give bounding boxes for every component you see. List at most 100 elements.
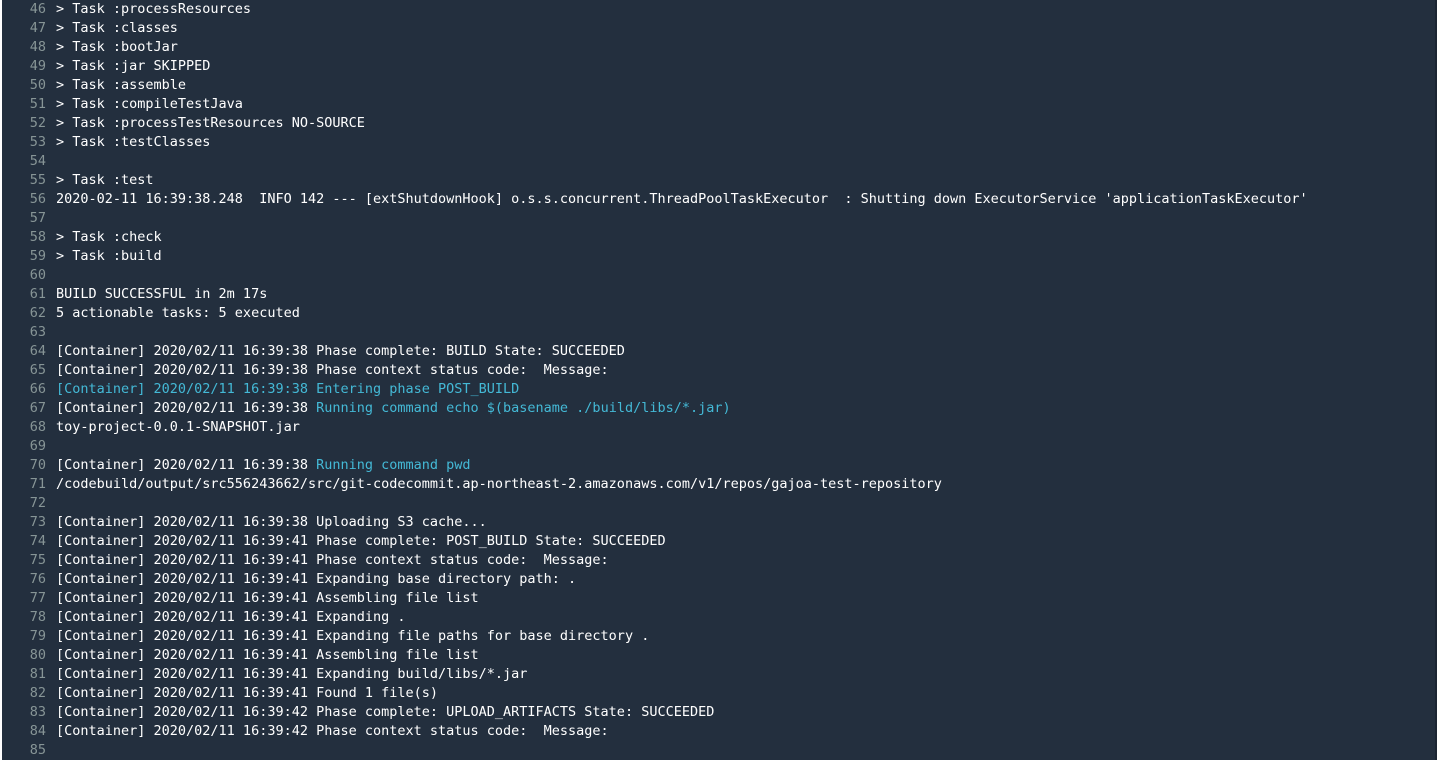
line-text: > Task :test <box>46 171 1437 190</box>
line-text: > Task :classes <box>46 19 1437 38</box>
line-text-plain: [Container] 2020/02/11 16:39:41 Expandin… <box>56 666 528 682</box>
line-text: [Container] 2020/02/11 16:39:41 Phase co… <box>46 532 1437 551</box>
line-text-plain: > Task :test <box>56 172 154 188</box>
line-text <box>46 437 1437 456</box>
line-number: 78 <box>29 609 46 625</box>
log-line: 76 [Container] 2020/02/11 16:39:41 Expand… <box>2 570 1437 589</box>
build-log-panel[interactable]: 46 > Task :processResources 47 > Task :clas… <box>2 0 1437 760</box>
line-text <box>46 741 1437 760</box>
line-text: [Container] 2020/02/11 16:39:38 Phase co… <box>46 361 1437 380</box>
line-text: > Task :processTestResources NO-SOURCE <box>46 114 1437 133</box>
line-number: 57 <box>29 210 46 226</box>
log-line: 46 > Task :processResources <box>2 0 1437 19</box>
line-number: 80 <box>29 647 46 663</box>
line-text: [Container] 2020/02/11 16:39:41 Phase co… <box>46 551 1437 570</box>
line-text: [Container] 2020/02/11 16:39:41 Expandin… <box>46 608 1437 627</box>
line-number: 67 <box>29 400 46 416</box>
log-line: 68 toy-project-0.0.1-SNAPSHOT.jar <box>2 418 1437 437</box>
line-text-plain: BUILD SUCCESSFUL in 2m 17s <box>56 286 268 302</box>
line-text-plain: [Container] 2020/02/11 16:39:41 Expandin… <box>56 628 650 644</box>
line-text: > Task :check <box>46 228 1437 247</box>
log-line: 84 [Container] 2020/02/11 16:39:42 Phase … <box>2 722 1437 741</box>
line-text-plain: > Task :bootJar <box>56 39 178 55</box>
line-text: [Container] 2020/02/11 16:39:41 Expandin… <box>46 665 1437 684</box>
log-line: 70 [Container] 2020/02/11 16:39:38 Runnin… <box>2 456 1437 475</box>
line-text-plain: [Container] 2020/02/11 16:39:38 Uploadin… <box>56 514 487 530</box>
line-text-plain: > Task :processTestResources NO-SOURCE <box>56 115 365 131</box>
log-line: 65 [Container] 2020/02/11 16:39:38 Phase … <box>2 361 1437 380</box>
log-line: 48 > Task :bootJar <box>2 38 1437 57</box>
line-text-plain: 2020-02-11 16:39:38.248 INFO 142 --- [ex… <box>56 191 1308 207</box>
line-number: 83 <box>29 704 46 720</box>
line-number: 85 <box>29 742 46 758</box>
log-line: 85 <box>2 741 1437 760</box>
line-text: [Container] 2020/02/11 16:39:38 Running … <box>46 456 1437 475</box>
line-text <box>46 323 1437 342</box>
line-text-plain: [Container] 2020/02/11 16:39:38 <box>56 400 317 416</box>
line-text: > Task :assemble <box>46 76 1437 95</box>
page-frame: 46 > Task :processResources 47 > Task :clas… <box>0 0 1439 760</box>
line-text <box>46 209 1437 228</box>
line-text <box>46 266 1437 285</box>
log-line: 52 > Task :processTestResources NO-SOURCE <box>2 114 1437 133</box>
line-number: 51 <box>29 96 46 112</box>
line-text: [Container] 2020/02/11 16:39:41 Expandin… <box>46 570 1437 589</box>
line-number: 84 <box>29 723 46 739</box>
line-text: [Container] 2020/02/11 16:39:41 Found 1 … <box>46 684 1437 703</box>
line-text: toy-project-0.0.1-SNAPSHOT.jar <box>46 418 1437 437</box>
line-number: 76 <box>29 571 46 587</box>
line-text: BUILD SUCCESSFUL in 2m 17s <box>46 285 1437 304</box>
line-text: 5 actionable tasks: 5 executed <box>46 304 1437 323</box>
log-line: 58 > Task :check <box>2 228 1437 247</box>
log-line: 66 [Container] 2020/02/11 16:39:38 Enteri… <box>2 380 1437 399</box>
line-number: 49 <box>29 58 46 74</box>
line-text-plain: > Task :compileTestJava <box>56 96 243 112</box>
line-text-plain: > Task :build <box>56 248 162 264</box>
log-line: 78 [Container] 2020/02/11 16:39:41 Expand… <box>2 608 1437 627</box>
log-line: 72 <box>2 494 1437 513</box>
line-number: 70 <box>29 457 46 473</box>
line-text: [Container] 2020/02/11 16:39:38 Phase co… <box>46 342 1437 361</box>
line-text: 2020-02-11 16:39:38.248 INFO 142 --- [ex… <box>46 190 1437 209</box>
line-number: 72 <box>29 495 46 511</box>
log-line: 54 <box>2 152 1437 171</box>
line-text-plain: > Task :testClasses <box>56 134 211 150</box>
log-line: 50 > Task :assemble <box>2 76 1437 95</box>
line-number: 69 <box>29 438 46 454</box>
log-line: 82 [Container] 2020/02/11 16:39:41 Found … <box>2 684 1437 703</box>
line-text-plain: > Task :jar SKIPPED <box>56 58 211 74</box>
line-number: 59 <box>29 248 46 264</box>
line-text-plain: [Container] 2020/02/11 16:39:38 Phase co… <box>56 362 609 378</box>
line-number: 55 <box>29 172 46 188</box>
log-line: 74 [Container] 2020/02/11 16:39:41 Phase … <box>2 532 1437 551</box>
line-number: 82 <box>29 685 46 701</box>
line-text-plain: [Container] 2020/02/11 16:39:41 Assembli… <box>56 647 479 663</box>
line-text-command: [Container] 2020/02/11 16:39:38 Entering… <box>56 381 520 397</box>
line-text-plain: toy-project-0.0.1-SNAPSHOT.jar <box>56 419 300 435</box>
line-number: 50 <box>29 77 46 93</box>
log-line: 55 > Task :test <box>2 171 1437 190</box>
line-number: 46 <box>29 1 46 17</box>
line-text-command: Running command pwd <box>316 457 471 473</box>
log-line: 60 <box>2 266 1437 285</box>
line-text-plain: > Task :check <box>56 229 162 245</box>
line-text: [Container] 2020/02/11 16:39:38 Uploadin… <box>46 513 1437 532</box>
log-line: 47 > Task :classes <box>2 19 1437 38</box>
log-line: 61 BUILD SUCCESSFUL in 2m 17s <box>2 285 1437 304</box>
line-text-plain: 5 actionable tasks: 5 executed <box>56 305 300 321</box>
line-number: 66 <box>29 381 46 397</box>
line-text: > Task :build <box>46 247 1437 266</box>
line-text: /codebuild/output/src556243662/src/git-c… <box>46 475 1437 494</box>
line-number: 48 <box>29 39 46 55</box>
line-number: 58 <box>29 229 46 245</box>
line-text-plain: [Container] 2020/02/11 16:39:41 Phase co… <box>56 533 666 549</box>
line-number: 61 <box>29 286 46 302</box>
line-text-plain: > Task :classes <box>56 20 178 36</box>
log-line: 57 <box>2 209 1437 228</box>
line-text: > Task :compileTestJava <box>46 95 1437 114</box>
log-line: 80 [Container] 2020/02/11 16:39:41 Assemb… <box>2 646 1437 665</box>
scrollbar-edge[interactable] <box>1435 0 1437 760</box>
line-text-plain: > Task :processResources <box>56 1 252 17</box>
line-number: 71 <box>29 476 46 492</box>
line-text <box>46 494 1437 513</box>
